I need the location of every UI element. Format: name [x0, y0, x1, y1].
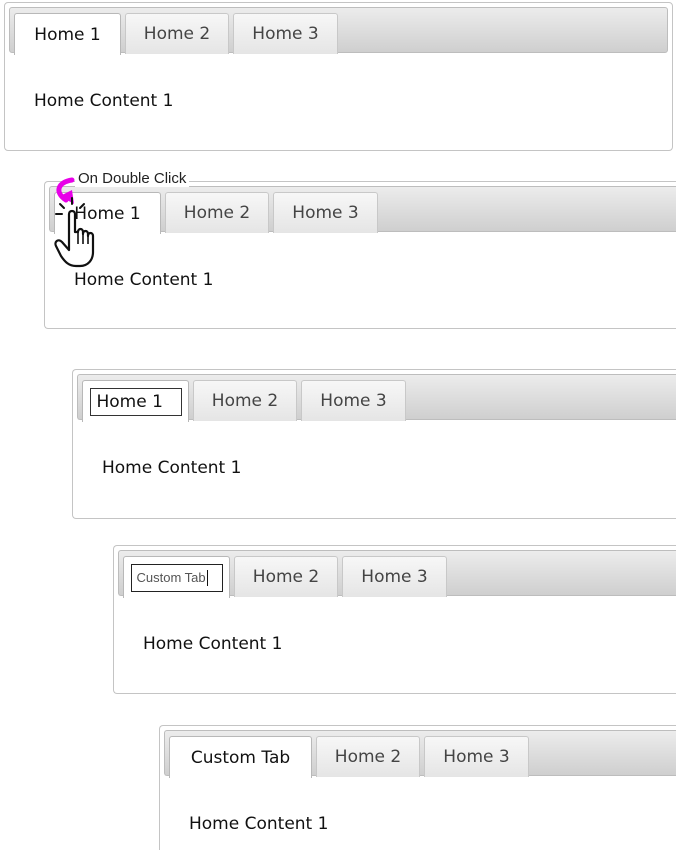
tab-home-2[interactable]: Home 2	[193, 380, 297, 421]
tab-content: Home Content 1	[34, 91, 174, 111]
tab-strip: Custom Tab Home 2 Home 3	[118, 550, 676, 598]
tab-home-1[interactable]: Home 1	[82, 380, 189, 422]
tab-panel-2: Home 1 Home 2 Home 3 Home Content 1	[44, 181, 676, 329]
tab-home-3[interactable]: Home 3	[273, 192, 378, 233]
text-caret	[206, 569, 208, 586]
tab-home-2[interactable]: Home 2	[125, 13, 229, 54]
tab-content: Home Content 1	[189, 814, 329, 834]
tab-panel-4: Custom Tab Home 2 Home 3 Home Content 1	[113, 545, 676, 694]
tab-home-3[interactable]: Home 3	[233, 13, 338, 54]
tab-content: Home Content 1	[143, 634, 283, 654]
tab-custom[interactable]: Custom Tab	[169, 736, 312, 778]
tab-edit[interactable]: Custom Tab	[123, 556, 230, 598]
tab-panel-3: Home 1 Home 2 Home 3 Home Content 1	[72, 369, 676, 519]
tab-content: Home Content 1	[102, 458, 242, 478]
tab-home-2[interactable]: Home 2	[316, 736, 420, 777]
tab-title-selected[interactable]: Home 1	[89, 387, 182, 416]
tab-home-2[interactable]: Home 2	[234, 556, 338, 597]
tab-strip: Home 1 Home 2 Home 3	[9, 7, 668, 55]
tab-title-input[interactable]: Custom Tab	[130, 563, 223, 592]
tab-strip: Home 1 Home 2 Home 3	[77, 374, 676, 422]
tab-panel-1: Home 1 Home 2 Home 3 Home Content 1	[4, 2, 673, 151]
tab-title-input-value: Custom Tab	[136, 570, 206, 585]
tab-home-3[interactable]: Home 3	[424, 736, 529, 777]
double-click-caption: On Double Click	[75, 170, 190, 187]
hand-pointer-icon	[54, 197, 95, 268]
tab-strip: Home 1 Home 2 Home 3	[49, 186, 676, 234]
tab-content: Home Content 1	[74, 270, 214, 290]
tab-home-2[interactable]: Home 2	[165, 192, 269, 233]
tab-home-1[interactable]: Home 1	[14, 13, 121, 55]
tab-panel-5: Custom Tab Home 2 Home 3 Home Content 1	[159, 725, 676, 850]
tab-strip: Custom Tab Home 2 Home 3	[164, 730, 676, 778]
tab-home-3[interactable]: Home 3	[301, 380, 406, 421]
tab-home-3[interactable]: Home 3	[342, 556, 447, 597]
